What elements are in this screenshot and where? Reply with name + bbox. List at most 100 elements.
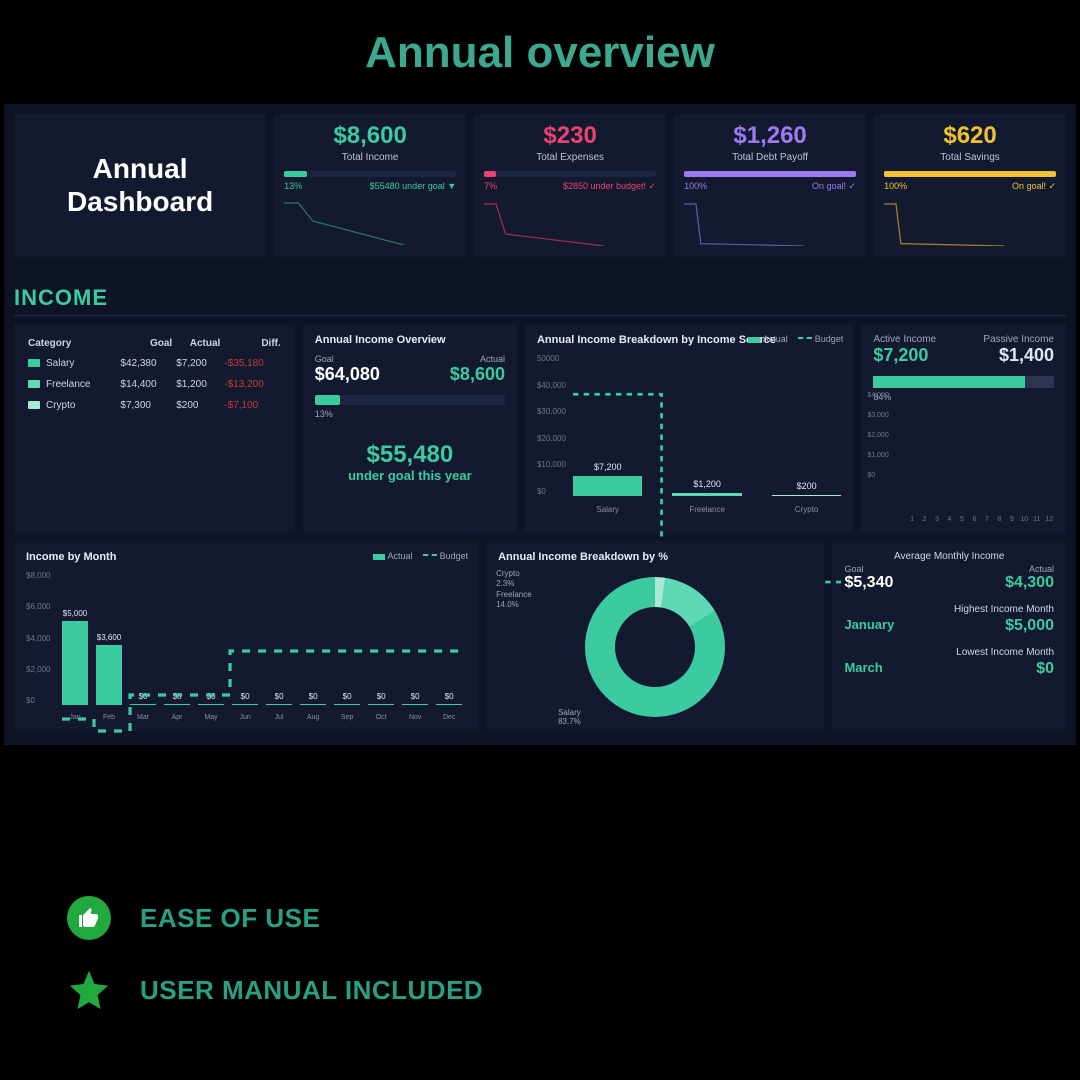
kpi-total-income: $8,600 Total Income 13% $55480 under goa… (274, 114, 466, 257)
donut-label-salary: Salary83.7% (558, 708, 581, 727)
hi-value: $5,000 (1005, 617, 1054, 635)
kpi-total-savings: $620 Total Savings 100% On goal! ✓ (874, 114, 1066, 257)
chart-legend: Actual Budget (373, 551, 469, 561)
kpi-progress (484, 171, 656, 177)
kpi-value: $8,600 (284, 122, 456, 150)
overview-pct: 13% (315, 409, 505, 419)
passive-label: Passive Income (983, 334, 1054, 345)
active-label: Active Income (873, 334, 936, 345)
kpi-progress (884, 171, 1056, 177)
avg-actual-value: $4,300 (1005, 574, 1054, 592)
actual-value: $8,600 (450, 364, 505, 385)
kpi-value: $620 (884, 122, 1056, 150)
cell-goal: $14,400 (118, 374, 174, 395)
cat-name: Crypto (46, 400, 75, 411)
income-overview-panel: Annual Income Overview Goal $64,080 Actu… (303, 324, 517, 533)
active-passive-bar (873, 376, 1054, 388)
kpi-debt-payoff: $1,260 Total Debt Payoff 100% On goal! ✓ (674, 114, 866, 257)
hi-month: January (844, 617, 894, 635)
monthly-chart: $8,000$6,000$4,000$2,000$0 $5,000 $3,600… (26, 571, 466, 721)
income-breakdown-panel: Annual Income Breakdown by Income Source… (525, 324, 853, 533)
cat-name: Salary (46, 358, 74, 369)
kpi-row: Annual Dashboard $8,600 Total Income 13%… (14, 114, 1066, 257)
panel-title: Annual Income Breakdown by % (498, 551, 812, 563)
kpi-note: $55480 under goal ▼ (370, 181, 456, 191)
cat-name: Freelance (46, 379, 90, 390)
kpi-note: On goal! ✓ (812, 181, 856, 192)
legend-swatch-budget (423, 554, 437, 556)
kpi-sparkline (484, 198, 604, 246)
cell-actual: $1,200 (174, 374, 222, 395)
stat-avg-title: Average Monthly Income (844, 551, 1054, 562)
lo-value: $0 (1036, 660, 1054, 678)
kpi-note: On goal! ✓ (1012, 181, 1056, 192)
table-row: Crypto $7,300 $200 -$7,100 (26, 395, 283, 416)
cell-diff: -$35,180 (222, 353, 282, 374)
kpi-value: $230 (484, 122, 656, 150)
th-diff: Diff. (222, 334, 282, 353)
stat-hi-title: Highest Income Month (844, 604, 1054, 615)
kpi-total-expenses: $230 Total Expenses 7% $2850 under budge… (474, 114, 666, 257)
goal-label: Goal (315, 354, 380, 364)
cell-goal: $42,380 (118, 353, 174, 374)
avg-actual-label: Actual (1005, 564, 1054, 574)
mini-x-axis: 123456789101112 (907, 516, 1054, 523)
cell-diff: -$13,200 (222, 374, 282, 395)
panel-title: Annual Income Overview (315, 334, 505, 346)
active-value: $7,200 (873, 345, 936, 366)
section-income-header: INCOME (14, 285, 1066, 316)
cell-actual: $7,200 (174, 353, 222, 374)
table-row: Salary $42,380 $7,200 -$35,180 (26, 353, 283, 374)
mini-y-axis: $4,000$3,000$2,000$1,000$0 (867, 386, 888, 486)
chart-legend: Actual Budget (748, 334, 844, 344)
kpi-pct: 7% (484, 181, 497, 192)
passive-value: $1,400 (983, 345, 1054, 366)
category-color-swatch (28, 401, 40, 409)
th-actual: Actual (174, 334, 222, 353)
kpi-sparkline (884, 198, 1004, 246)
x-axis: Salary Freelance Crypto (573, 505, 841, 514)
legend-swatch-budget (798, 337, 812, 339)
feature-user-manual: USER MANUAL INCLUDED (66, 967, 1080, 1013)
actual-label: Actual (450, 354, 505, 364)
kpi-label: Total Income (284, 152, 456, 163)
table-row: Freelance $14,400 $1,200 -$13,200 (26, 374, 283, 395)
dashboard-title-card: Annual Dashboard (14, 114, 266, 257)
kpi-label: Total Savings (884, 152, 1056, 163)
kpi-progress (684, 171, 856, 177)
kpi-label: Total Debt Payoff (684, 152, 856, 163)
category-color-swatch (28, 359, 40, 367)
page-title: Annual overview (0, 0, 1080, 96)
x-axis: JanFebMar AprMayJun JulAugSep OctNovDec (62, 714, 462, 721)
income-by-month-panel: Income by Month Actual Budget $8,000$6,0… (14, 541, 478, 731)
avg-goal-value: $5,340 (844, 574, 893, 592)
cell-actual: $200 (174, 395, 222, 416)
kpi-pct: 100% (884, 181, 907, 192)
th-category: Category (26, 334, 118, 353)
income-bottom-row: Income by Month Actual Budget $8,000$6,0… (14, 541, 1066, 731)
stat-lo-title: Lowest Income Month (844, 647, 1054, 658)
avg-goal-label: Goal (844, 564, 893, 574)
category-color-swatch (28, 380, 40, 388)
income-table: Category Goal Actual Diff. Salary $42,38… (26, 334, 283, 416)
kpi-label: Total Expenses (484, 152, 656, 163)
active-passive-panel: Active Income $7,200 Passive Income $1,4… (861, 324, 1066, 533)
income-donut-panel: Annual Income Breakdown by % Crypto2.3% … (486, 541, 824, 731)
goal-value: $64,080 (315, 364, 380, 385)
y-axis: 50000$40,000$30,000$20,000$10,000$0 (537, 354, 566, 496)
dashboard-title: Annual Dashboard (24, 153, 256, 217)
kpi-sparkline (684, 198, 804, 246)
th-goal: Goal (118, 334, 174, 353)
kpi-progress (284, 171, 456, 177)
kpi-pct: 13% (284, 181, 302, 191)
star-icon (66, 967, 112, 1013)
breakdown-chart: 50000$40,000$30,000$20,000$10,000$0 $7,2… (537, 354, 841, 514)
cell-goal: $7,300 (118, 395, 174, 416)
income-table-panel: Category Goal Actual Diff. Salary $42,38… (14, 324, 295, 533)
kpi-pct: 100% (684, 181, 707, 192)
feature-label: USER MANUAL INCLUDED (140, 975, 483, 1006)
kpi-value: $1,260 (684, 122, 856, 150)
kpi-note: $2850 under budget! ✓ (563, 181, 656, 192)
active-pct: 84% (873, 392, 1054, 402)
legend-swatch-actual (373, 554, 385, 560)
